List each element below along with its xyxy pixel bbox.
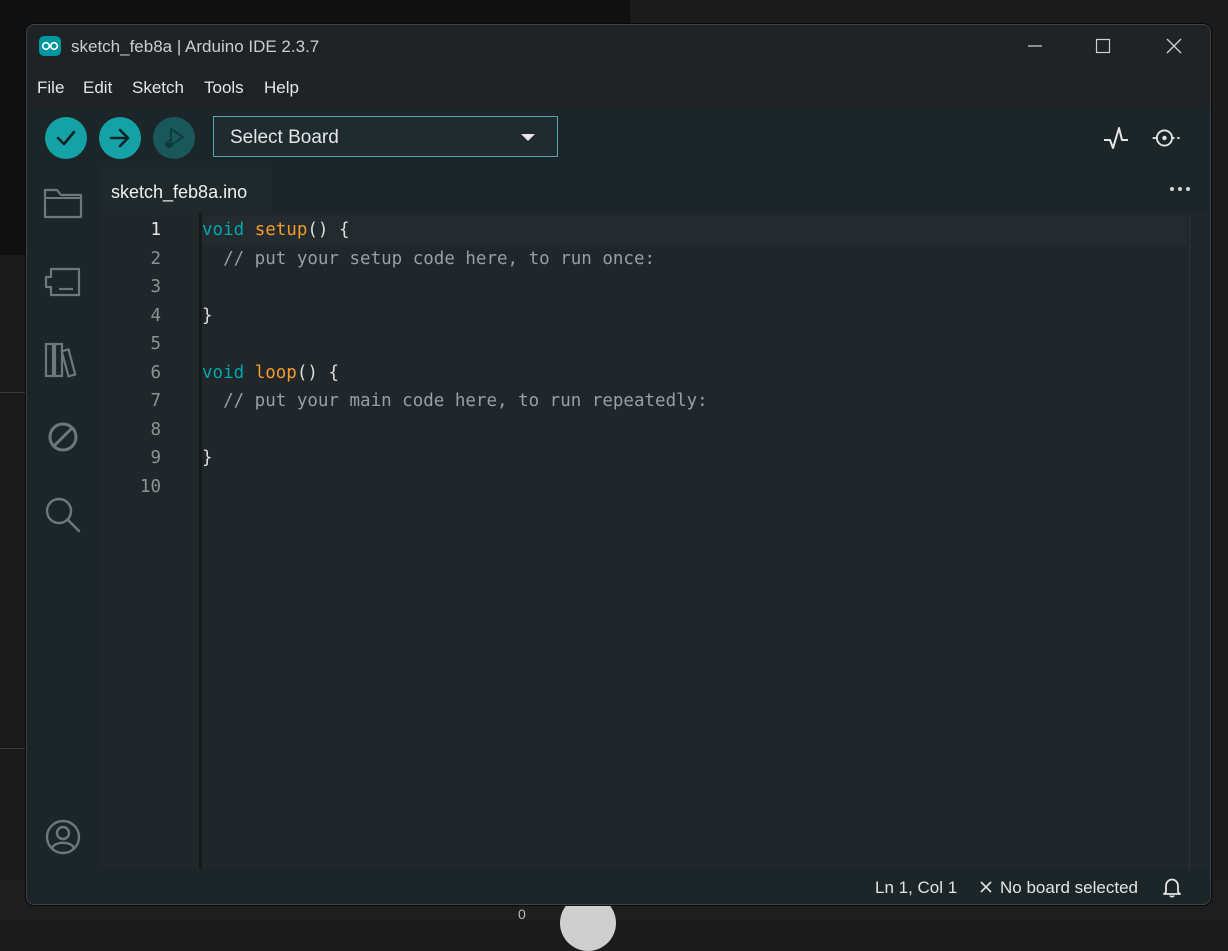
code-comment-line: // put your setup code here, to run once… xyxy=(202,249,656,269)
arrow-right-icon xyxy=(109,128,130,148)
board-icon xyxy=(44,267,81,297)
line-number: 4 xyxy=(150,306,161,326)
keyword-token: void xyxy=(202,220,245,240)
search-button[interactable] xyxy=(43,495,83,535)
chevron-down-icon xyxy=(521,134,535,141)
close-icon xyxy=(980,881,992,893)
board-select-dropdown[interactable]: Select Board xyxy=(213,116,558,157)
debug-play-icon xyxy=(163,128,184,148)
library-manager-button[interactable] xyxy=(43,339,83,379)
editor-tab-bar: sketch_feb8a.ino xyxy=(99,167,1210,213)
function-token: loop xyxy=(254,363,297,383)
close-button[interactable] xyxy=(1156,33,1192,59)
editor-scrollbar-track[interactable] xyxy=(1189,213,1190,869)
menu-sketch[interactable]: Sketch xyxy=(132,78,184,98)
account-button[interactable] xyxy=(43,817,83,857)
line-number: 6 xyxy=(150,363,161,383)
punctuation-token: () { xyxy=(296,363,340,383)
pulse-icon xyxy=(1104,127,1128,149)
no-entry-icon xyxy=(48,422,78,452)
ellipsis-icon[interactable] xyxy=(1170,187,1196,195)
folder-icon xyxy=(43,188,83,219)
line-number: 10 xyxy=(139,477,161,497)
tab-sketch-file[interactable]: sketch_feb8a.ino xyxy=(99,167,272,213)
menu-tools[interactable]: Tools xyxy=(204,78,244,98)
status-bar: Ln 1, Col 1 No board selected xyxy=(27,869,1210,904)
arduino-ide-window: sketch_feb8a | Arduino IDE 2.3.7 File Ed… xyxy=(26,24,1211,905)
menu-help[interactable]: Help xyxy=(264,78,299,98)
board-select-label: Select Board xyxy=(230,127,339,148)
board-status-label: No board selected xyxy=(1000,878,1138,897)
user-icon xyxy=(45,819,81,855)
line-number: 8 xyxy=(150,420,161,440)
serial-plotter-button[interactable] xyxy=(1100,123,1132,153)
current-line-highlight xyxy=(202,216,1187,245)
arduino-infinity-icon xyxy=(39,36,61,56)
serial-monitor-button[interactable] xyxy=(1151,123,1183,153)
minimize-button[interactable] xyxy=(1017,33,1053,59)
toolbar: Select Board xyxy=(27,107,1210,167)
code-line: void loop() { xyxy=(202,359,339,388)
menu-bar: File Edit Sketch Tools Help xyxy=(27,67,1210,107)
library-icon xyxy=(44,342,77,378)
close-icon xyxy=(1166,38,1182,54)
minimize-icon xyxy=(1028,45,1042,47)
cursor-position[interactable]: Ln 1, Col 1 xyxy=(875,878,957,898)
search-icon xyxy=(45,497,81,533)
line-number: 3 xyxy=(150,277,161,297)
debug-button[interactable] xyxy=(153,117,195,159)
line-number: 2 xyxy=(150,249,161,269)
desktop-divider xyxy=(0,392,26,393)
code-line: } xyxy=(202,448,213,468)
desktop-divider xyxy=(0,748,26,749)
punctuation-token: () { xyxy=(307,220,350,240)
magnifier-dot-icon xyxy=(1152,129,1182,147)
taskbar-digit: 0 xyxy=(518,906,526,922)
keyword-token: void xyxy=(202,363,245,383)
maximize-button[interactable] xyxy=(1085,33,1121,59)
code-line: } xyxy=(202,306,213,326)
menu-edit[interactable]: Edit xyxy=(83,78,112,98)
left-sidebar xyxy=(27,167,99,869)
checkmark-icon xyxy=(56,130,76,146)
line-number: 1 xyxy=(150,220,161,240)
line-number: 9 xyxy=(150,448,161,468)
line-number: 5 xyxy=(150,334,161,354)
board-status[interactable]: No board selected xyxy=(979,878,1138,898)
title-bar: sketch_feb8a | Arduino IDE 2.3.7 xyxy=(27,25,1210,67)
function-token: setup xyxy=(254,220,308,240)
tab-label: sketch_feb8a.ino xyxy=(111,182,248,202)
code-editor[interactable]: 1 2 3 4 5 6 7 8 9 10 void setup() { // p… xyxy=(99,213,1210,869)
sketchbook-button[interactable] xyxy=(43,183,83,223)
code-comment-line: // put your main code here, to run repea… xyxy=(202,391,708,411)
line-number: 7 xyxy=(150,391,161,411)
boards-manager-button[interactable] xyxy=(43,261,83,301)
bell-icon[interactable] xyxy=(1161,876,1183,898)
verify-button[interactable] xyxy=(45,117,87,159)
code-line: void setup() { xyxy=(202,216,350,245)
window-title: sketch_feb8a | Arduino IDE 2.3.7 xyxy=(71,37,320,56)
debugger-button[interactable] xyxy=(43,417,83,457)
maximize-icon xyxy=(1095,38,1111,54)
menu-file[interactable]: File xyxy=(37,78,64,98)
upload-button[interactable] xyxy=(99,117,141,159)
